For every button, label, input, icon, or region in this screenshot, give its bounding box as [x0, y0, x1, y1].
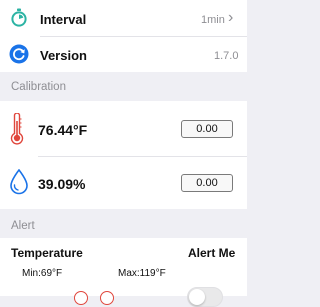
humidity-offset-field[interactable]: 0.00 — [181, 174, 233, 192]
alert-toggle-knob — [189, 289, 205, 305]
temperature-reading: 76.44°F — [38, 122, 88, 138]
alert-max-value: Max:119°F — [118, 268, 166, 279]
alert-temperature-label: Temperature — [11, 246, 83, 260]
stopwatch-icon — [9, 8, 29, 28]
water-drop-icon — [9, 168, 29, 195]
humidity-calibration-row: 39.09% 0.00 — [0, 157, 247, 209]
interval-label: Interval — [40, 12, 87, 27]
thermometer-icon — [10, 112, 24, 145]
alert-min-value: Min:69°F — [22, 268, 63, 279]
max-slider-handle[interactable] — [100, 291, 114, 305]
alert-toggle[interactable] — [187, 287, 223, 307]
version-row: Version 1.7.0 — [0, 37, 247, 72]
interval-row[interactable]: Interval 1min › — [0, 0, 247, 37]
settings-card: Interval 1min › Version 1.7.0 — [0, 0, 247, 72]
version-label: Version — [40, 48, 87, 63]
temperature-calibration-row: 76.44°F 0.00 — [0, 101, 247, 156]
alert-card: Temperature Alert Me Min:69°F Max:119°F — [0, 238, 247, 307]
interval-value: 1min — [201, 14, 225, 26]
min-slider-handle[interactable] — [74, 291, 88, 305]
temperature-offset-field[interactable]: 0.00 — [181, 120, 233, 138]
alert-header: Alert — [11, 220, 35, 232]
humidity-reading: 39.09% — [38, 176, 86, 192]
calibration-card: 76.44°F 0.00 39.09% 0.00 — [0, 101, 247, 209]
refresh-icon — [9, 44, 29, 64]
chevron-right-icon: › — [228, 9, 234, 26]
calibration-header: Calibration — [11, 81, 66, 93]
version-value: 1.7.0 — [214, 50, 239, 62]
alert-me-label: Alert Me — [188, 246, 236, 260]
